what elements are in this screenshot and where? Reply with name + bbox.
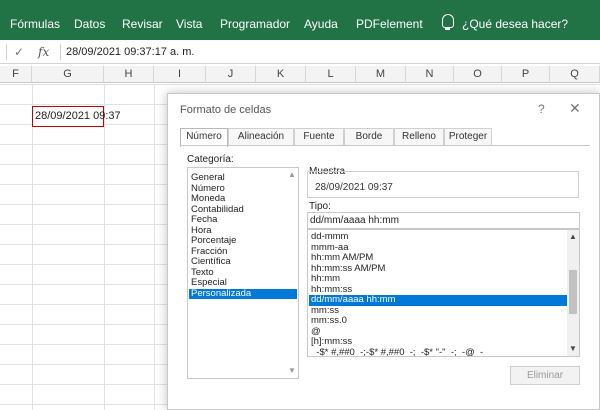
sample-value: 28/09/2021 09:37 — [315, 182, 393, 193]
scroll-thumb[interactable] — [569, 270, 577, 314]
tab-datos[interactable]: Datos — [74, 17, 105, 31]
column-header-g[interactable]: G — [32, 66, 104, 83]
column-header-k[interactable]: K — [256, 66, 306, 83]
divider — [60, 44, 61, 60]
tab-formulas[interactable]: Fórmulas — [10, 17, 60, 31]
scroll-down-icon[interactable]: ▼ — [567, 344, 579, 353]
tab-revisar[interactable]: Revisar — [122, 17, 163, 31]
column-header-l[interactable]: L — [306, 66, 356, 83]
delete-button[interactable]: Eliminar — [510, 366, 580, 385]
format-item[interactable]: _-$* #,##0_-;-$* #,##0_-;_-$* "-"_-;_-@_… — [309, 348, 567, 357]
format-list[interactable]: dd-mmm mmm-aa hh:mm AM/PM hh:mm:ss AM/PM… — [307, 229, 580, 357]
column-header-q[interactable]: Q — [550, 66, 600, 83]
format-item-selected[interactable]: dd/mm/aaaa hh:mm — [309, 295, 567, 306]
gridline — [32, 84, 33, 410]
category-label: Categoría: — [187, 154, 234, 165]
format-item[interactable]: @ — [309, 327, 567, 338]
tab-alineacion[interactable]: Alineación — [228, 128, 294, 146]
dialog-title: Formato de celdas — [180, 104, 272, 116]
format-item[interactable]: hh:mm:ss AM/PM — [309, 264, 567, 275]
column-header-n[interactable]: N — [406, 66, 454, 83]
format-item[interactable]: hh:mm AM/PM — [309, 253, 567, 264]
scroll-down-icon[interactable]: ▼ — [286, 366, 298, 375]
format-cells-dialog: Formato de celdas ? ✕ Número Alineación … — [167, 93, 600, 410]
category-item[interactable]: General — [189, 172, 297, 184]
category-scrollbar[interactable]: ▲ ▼ — [286, 168, 298, 378]
category-item[interactable]: Moneda — [189, 193, 297, 205]
format-item[interactable]: hh:mm — [309, 274, 567, 285]
category-item[interactable]: Especial — [189, 277, 297, 289]
gridline — [154, 84, 155, 410]
formula-bar: ✓ fx 28/09/2021 09:37:17 a. m. — [0, 40, 600, 64]
format-item[interactable]: mmm-aa — [309, 243, 567, 254]
format-item[interactable]: mm:ss.0 — [309, 316, 567, 327]
lightbulb-icon[interactable] — [442, 14, 454, 30]
type-label: Tipo: — [309, 201, 331, 212]
active-cell[interactable]: 28/09/2021 09:37 — [32, 106, 121, 127]
tell-me-box[interactable]: ¿Qué desea hacer? — [462, 17, 568, 31]
divider — [6, 44, 7, 60]
format-scrollbar[interactable]: ▲ ▼ — [567, 230, 579, 356]
format-item[interactable]: dd-mmm — [309, 232, 567, 243]
tab-relleno[interactable]: Relleno — [394, 128, 444, 146]
tab-proteger[interactable]: Proteger — [444, 128, 492, 146]
close-icon[interactable]: ✕ — [569, 100, 581, 117]
scroll-up-icon[interactable]: ▲ — [567, 232, 579, 241]
formula-input[interactable]: 28/09/2021 09:37:17 a. m. — [66, 46, 194, 58]
tab-programador[interactable]: Programador — [220, 17, 290, 31]
tab-borde[interactable]: Borde — [344, 128, 394, 146]
ribbon-tabs: Fórmulas Datos Revisar Vista Programador… — [0, 6, 600, 40]
category-list[interactable]: General Número Moneda Contabilidad Fecha… — [187, 167, 299, 379]
column-header-o[interactable]: O — [454, 66, 502, 83]
scroll-up-icon[interactable]: ▲ — [286, 170, 298, 179]
column-header-j[interactable]: J — [206, 66, 256, 83]
category-item[interactable]: Porcentaje — [189, 235, 297, 247]
category-item-selected[interactable]: Personalizada — [189, 288, 297, 299]
help-icon[interactable]: ? — [538, 102, 545, 116]
format-item[interactable]: hh:mm:ss — [309, 285, 567, 296]
column-header-f[interactable]: F — [0, 66, 32, 83]
format-item[interactable]: [h]:mm:ss — [309, 337, 567, 348]
tab-divider — [180, 145, 590, 146]
column-headers: F G H I J K L M N O P Q — [0, 66, 600, 83]
insert-function-icon[interactable]: fx — [38, 45, 49, 59]
tab-vista[interactable]: Vista — [176, 17, 202, 31]
category-item[interactable]: Científica — [189, 256, 297, 268]
column-header-p[interactable]: P — [502, 66, 550, 83]
column-header-h[interactable]: H — [104, 66, 154, 83]
column-header-i[interactable]: I — [154, 66, 206, 83]
enter-icon[interactable]: ✓ — [14, 45, 24, 59]
format-item[interactable]: mm:ss — [309, 306, 567, 317]
gridline — [104, 84, 105, 410]
tab-pdfelement[interactable]: PDFelement — [356, 17, 423, 31]
column-header-m[interactable]: M — [356, 66, 406, 83]
type-input[interactable]: dd/mm/aaaa hh:mm — [307, 212, 580, 229]
tab-fuente[interactable]: Fuente — [294, 128, 344, 146]
tab-ayuda[interactable]: Ayuda — [304, 17, 338, 31]
category-item[interactable]: Fecha — [189, 214, 297, 226]
